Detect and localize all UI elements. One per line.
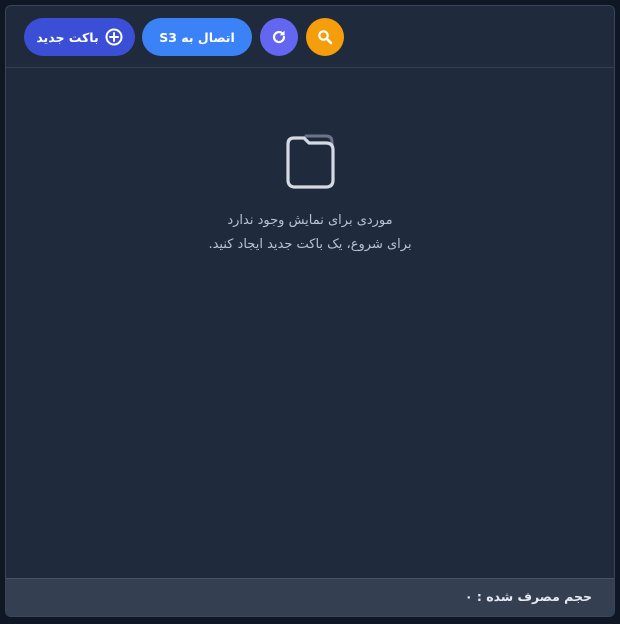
usage-label: حجم مصرف شده : ۰ bbox=[464, 589, 592, 604]
search-button[interactable] bbox=[306, 18, 344, 56]
search-icon bbox=[317, 29, 333, 45]
connect-s3-label: اتصال به S3 bbox=[159, 29, 235, 45]
toolbar: باکت جدید اتصال به S3 bbox=[6, 6, 614, 68]
empty-state: موردی برای نمایش وجود ندارد برای شروع، ی… bbox=[6, 68, 614, 578]
bucket-panel: باکت جدید اتصال به S3 موردی برای نمایش و… bbox=[5, 5, 615, 617]
empty-hint: برای شروع، یک باکت جدید ایجاد کنید. bbox=[208, 237, 412, 252]
connect-s3-button[interactable]: اتصال به S3 bbox=[142, 18, 252, 56]
footer: حجم مصرف شده : ۰ bbox=[6, 578, 614, 616]
new-bucket-button[interactable]: باکت جدید bbox=[24, 18, 135, 56]
plus-circle-icon bbox=[105, 28, 123, 46]
refresh-icon bbox=[271, 29, 287, 45]
refresh-button[interactable] bbox=[260, 18, 298, 56]
folder-icon bbox=[280, 132, 340, 192]
new-bucket-label: باکت جدید bbox=[36, 29, 99, 45]
empty-message: موردی برای نمایش وجود ندارد bbox=[227, 213, 393, 228]
